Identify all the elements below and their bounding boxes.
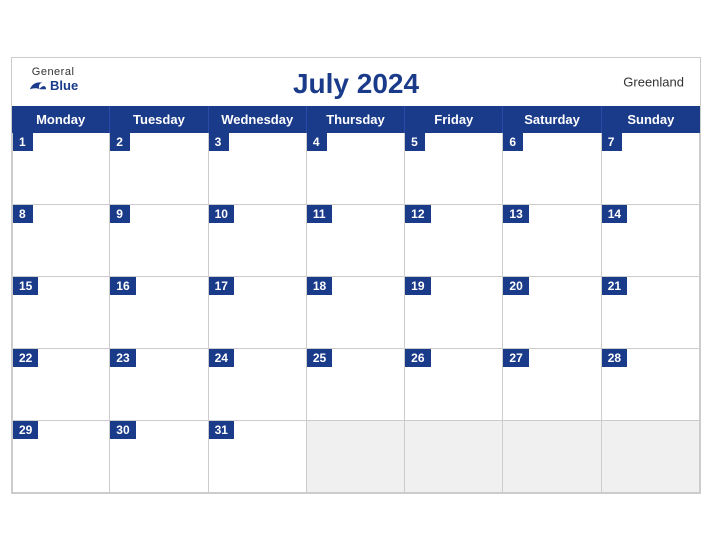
day-cell: 4 xyxy=(307,133,405,205)
day-number: 9 xyxy=(110,205,130,223)
day-cell: 19 xyxy=(405,277,503,349)
day-cell: 22 xyxy=(12,349,110,421)
day-number: 22 xyxy=(13,349,38,367)
logo-bird-icon xyxy=(28,78,48,94)
day-number: 20 xyxy=(503,277,528,295)
header-thursday: Thursday xyxy=(307,106,405,133)
logo-area: General Blue xyxy=(28,66,78,94)
day-cell: 16 xyxy=(110,277,208,349)
day-cell: 18 xyxy=(307,277,405,349)
header-monday: Monday xyxy=(12,106,110,133)
day-cell: 21 xyxy=(602,277,700,349)
header-wednesday: Wednesday xyxy=(209,106,307,133)
day-cell: 2 xyxy=(110,133,208,205)
day-cell xyxy=(602,421,700,493)
logo-general: General xyxy=(32,66,75,78)
header-tuesday: Tuesday xyxy=(110,106,208,133)
day-number: 15 xyxy=(13,277,38,295)
day-number: 24 xyxy=(209,349,234,367)
day-cell: 10 xyxy=(209,205,307,277)
day-number: 28 xyxy=(602,349,627,367)
day-cell xyxy=(503,421,601,493)
day-number: 29 xyxy=(13,421,38,439)
day-cell xyxy=(405,421,503,493)
day-cell: 8 xyxy=(12,205,110,277)
day-cell: 1 xyxy=(12,133,110,205)
day-cell: 25 xyxy=(307,349,405,421)
day-cell: 20 xyxy=(503,277,601,349)
logo-blue: Blue xyxy=(28,78,78,94)
day-number: 10 xyxy=(209,205,234,223)
day-cell: 14 xyxy=(602,205,700,277)
day-number: 17 xyxy=(209,277,234,295)
day-number: 23 xyxy=(110,349,135,367)
header-saturday: Saturday xyxy=(503,106,601,133)
calendar-container: General Blue July 2024 Greenland Monday … xyxy=(11,57,701,494)
day-headers: Monday Tuesday Wednesday Thursday Friday… xyxy=(12,106,700,133)
day-cell: 31 xyxy=(209,421,307,493)
day-number: 8 xyxy=(13,205,33,223)
day-cell: 11 xyxy=(307,205,405,277)
day-number: 18 xyxy=(307,277,332,295)
day-cell: 23 xyxy=(110,349,208,421)
day-number: 4 xyxy=(307,133,327,151)
day-cell: 27 xyxy=(503,349,601,421)
day-cell: 30 xyxy=(110,421,208,493)
region-label: Greenland xyxy=(623,74,684,89)
calendar-title: July 2024 xyxy=(293,68,419,100)
calendar-grid: 1234567891011121314151617181920212223242… xyxy=(12,133,700,493)
day-cell xyxy=(307,421,405,493)
day-cell: 12 xyxy=(405,205,503,277)
day-number: 11 xyxy=(307,205,332,223)
day-number: 16 xyxy=(110,277,135,295)
header-friday: Friday xyxy=(405,106,503,133)
day-cell: 9 xyxy=(110,205,208,277)
calendar-header: General Blue July 2024 Greenland xyxy=(12,58,700,106)
day-cell: 6 xyxy=(503,133,601,205)
day-cell: 29 xyxy=(12,421,110,493)
day-cell: 3 xyxy=(209,133,307,205)
header-sunday: Sunday xyxy=(602,106,700,133)
day-number: 12 xyxy=(405,205,430,223)
day-cell: 15 xyxy=(12,277,110,349)
day-cell: 13 xyxy=(503,205,601,277)
day-number: 21 xyxy=(602,277,627,295)
day-cell: 17 xyxy=(209,277,307,349)
day-number: 31 xyxy=(209,421,234,439)
day-cell: 7 xyxy=(602,133,700,205)
day-number: 6 xyxy=(503,133,523,151)
day-cell: 5 xyxy=(405,133,503,205)
day-cell: 28 xyxy=(602,349,700,421)
day-number: 26 xyxy=(405,349,430,367)
day-number: 5 xyxy=(405,133,425,151)
day-number: 25 xyxy=(307,349,332,367)
day-cell: 26 xyxy=(405,349,503,421)
day-number: 27 xyxy=(503,349,528,367)
day-number: 14 xyxy=(602,205,627,223)
day-number: 30 xyxy=(110,421,135,439)
day-cell: 24 xyxy=(209,349,307,421)
day-number: 2 xyxy=(110,133,130,151)
day-number: 1 xyxy=(13,133,33,151)
day-number: 19 xyxy=(405,277,430,295)
day-number: 7 xyxy=(602,133,622,151)
day-number: 13 xyxy=(503,205,528,223)
day-number: 3 xyxy=(209,133,229,151)
